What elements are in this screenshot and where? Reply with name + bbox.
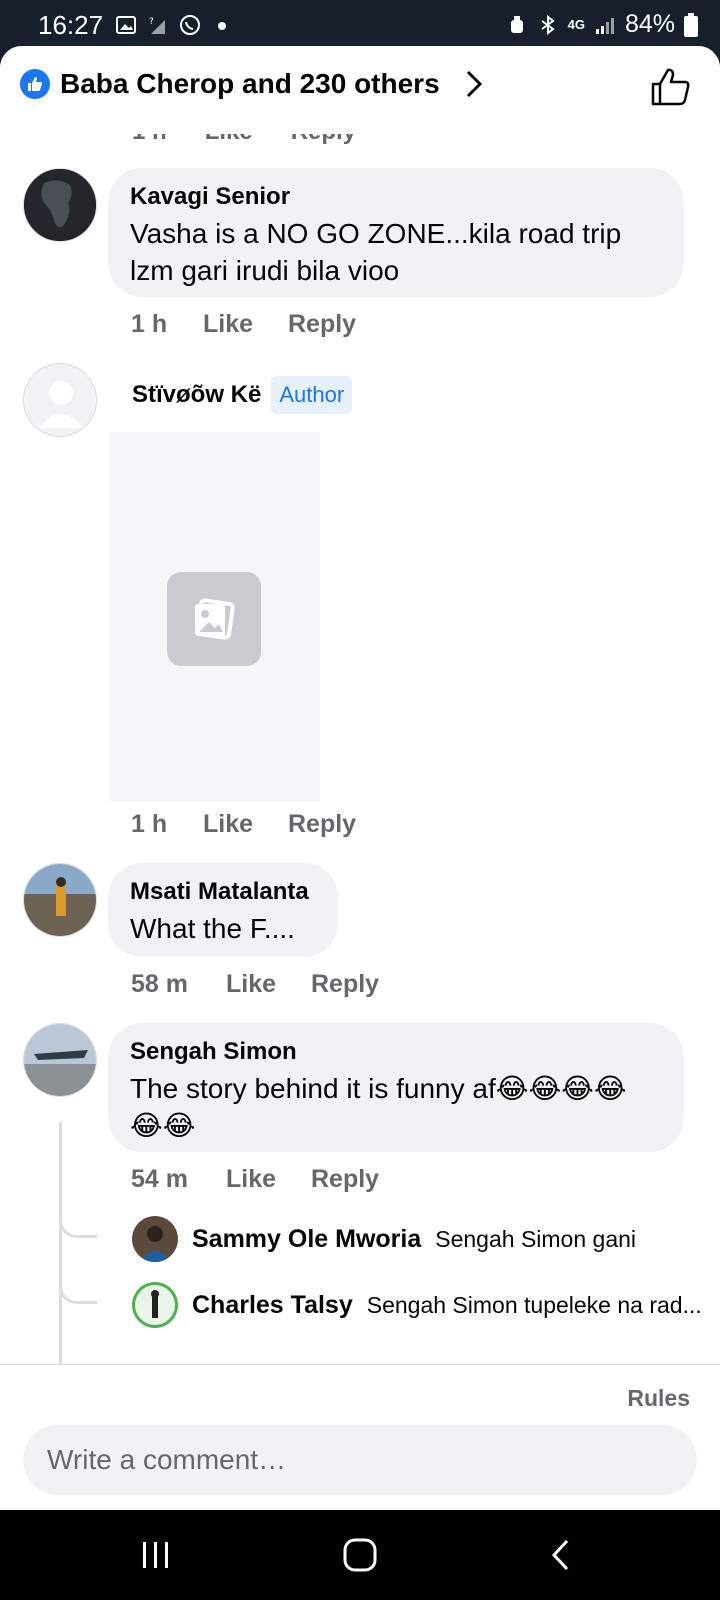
whatsapp-icon bbox=[180, 15, 200, 35]
thread-connector bbox=[59, 1268, 97, 1304]
avatar-image bbox=[24, 864, 96, 936]
reactors-text[interactable]: Baba Cherop and 230 others bbox=[60, 68, 440, 100]
image-placeholder-icon bbox=[167, 572, 261, 666]
reply-item[interactable]: Charles Talsy Sengah Simon tupeleke na r… bbox=[132, 1282, 702, 1328]
reply-button[interactable]: Reply bbox=[288, 810, 356, 839]
commenter-name[interactable]: Msati Matalanta bbox=[130, 877, 316, 907]
avatar-image bbox=[24, 1024, 96, 1096]
signal-x-icon: ? bbox=[149, 17, 165, 34]
status-time: 16:27 bbox=[38, 10, 104, 40]
comment-text-line: The story behind it is funny af😂😂😂😂 bbox=[130, 1073, 627, 1104]
gallery-icon bbox=[116, 16, 136, 34]
reply-button[interactable]: Reply bbox=[288, 310, 356, 339]
avatar-image bbox=[24, 169, 96, 241]
network-type: 4G bbox=[567, 16, 585, 32]
battery-icon bbox=[684, 12, 698, 37]
author-comment-header: Stïvøõw Kë Author bbox=[132, 376, 353, 414]
home-icon bbox=[343, 1538, 377, 1572]
bluetooth-icon bbox=[541, 14, 555, 35]
svg-text:?: ? bbox=[149, 17, 154, 27]
comment-composer: Rules bbox=[0, 1364, 720, 1510]
avatar-placeholder[interactable] bbox=[23, 363, 97, 437]
cell-signal-icon bbox=[595, 17, 614, 34]
reactions-summary[interactable]: Baba Cherop and 230 others bbox=[20, 68, 484, 100]
home-button[interactable] bbox=[320, 1530, 400, 1580]
reply-text: Sengah Simon tupeleke na rad... bbox=[366, 1291, 702, 1318]
recent-apps-button[interactable] bbox=[116, 1530, 196, 1580]
reply-button[interactable]: Reply bbox=[311, 970, 379, 999]
comment-text-line: lzm gari irudi bila vioo bbox=[130, 255, 400, 286]
back-icon bbox=[551, 1539, 569, 1571]
status-bar: 16:27 ? 4G 84% bbox=[0, 0, 720, 50]
reply-text: Sengah Simon gani bbox=[435, 1225, 637, 1252]
author-badge: Author bbox=[271, 376, 353, 414]
comment-text: The story behind it is funny af😂😂😂😂 😂😂 bbox=[130, 1070, 662, 1144]
comments-feed[interactable]: 1 h Like Reply Kavagi Senior Vasha is a … bbox=[0, 46, 720, 1372]
like-button[interactable]: Like bbox=[226, 970, 311, 999]
reactions-header: Baba Cherop and 230 others bbox=[0, 46, 720, 134]
comment-time: 1 h bbox=[131, 310, 168, 338]
comment-time: 58 m bbox=[131, 970, 188, 998]
default-avatar-icon bbox=[24, 364, 96, 436]
like-button[interactable]: Like bbox=[203, 810, 288, 839]
like-button[interactable]: Like bbox=[226, 1165, 311, 1194]
battery-percent: 84% bbox=[624, 10, 675, 38]
avatar-image bbox=[132, 1282, 178, 1328]
reply-author[interactable]: Sammy Ole Mworia bbox=[192, 1225, 421, 1254]
comment-text: What the F.... bbox=[130, 913, 295, 944]
reply-author[interactable]: Charles Talsy bbox=[192, 1291, 353, 1320]
chevron-right-icon[interactable] bbox=[464, 68, 484, 100]
comment-actions: 1 h Like Reply bbox=[131, 810, 356, 839]
like-button[interactable]: Like bbox=[203, 310, 288, 339]
thumbs-up-icon bbox=[651, 68, 690, 106]
avatar-image bbox=[132, 1216, 178, 1262]
reply-item[interactable]: Sammy Ole Mworia Sengah Simon gani bbox=[132, 1216, 636, 1262]
comment-actions: 1 h Like Reply bbox=[131, 310, 356, 339]
rules-link[interactable]: Rules bbox=[627, 1385, 690, 1412]
avatar[interactable] bbox=[23, 168, 97, 242]
comment-bubble[interactable]: Kavagi Senior Vasha is a NO GO ZONE...ki… bbox=[108, 168, 684, 297]
comment-text-line: 😂😂 bbox=[130, 1110, 196, 1141]
comment-bubble[interactable]: Sengah Simon The story behind it is funn… bbox=[108, 1023, 684, 1152]
comment-actions: 58 m Like Reply bbox=[131, 970, 379, 999]
back-button[interactable] bbox=[520, 1530, 600, 1580]
avatar[interactable] bbox=[23, 863, 97, 937]
thread-line bbox=[59, 1122, 62, 1372]
system-nav-bar bbox=[0, 1510, 720, 1600]
comment-bubble[interactable]: Msati Matalanta What the F.... bbox=[108, 863, 338, 957]
comment-image[interactable] bbox=[109, 432, 320, 802]
dot-icon bbox=[218, 22, 226, 30]
comment-time: 1 h bbox=[131, 810, 168, 838]
commenter-name[interactable]: Stïvøõw Kë bbox=[132, 380, 261, 410]
comment-text-line: Vasha is a NO GO ZONE...kila road trip bbox=[130, 218, 622, 249]
comment-input[interactable] bbox=[23, 1425, 697, 1495]
thread-connector bbox=[59, 1202, 97, 1238]
avatar[interactable] bbox=[132, 1282, 178, 1328]
comment-actions: 54 m Like Reply bbox=[131, 1165, 379, 1194]
avatar[interactable] bbox=[23, 1023, 97, 1097]
comment-time: 54 m bbox=[131, 1165, 188, 1193]
like-post-button[interactable] bbox=[650, 66, 692, 113]
like-reaction-icon bbox=[20, 69, 50, 99]
comment-text: Vasha is a NO GO ZONE...kila road trip l… bbox=[130, 215, 662, 289]
comments-sheet: 1 h Like Reply Kavagi Senior Vasha is a … bbox=[0, 46, 720, 1510]
commenter-name[interactable]: Sengah Simon bbox=[130, 1037, 662, 1067]
commenter-name[interactable]: Kavagi Senior bbox=[130, 182, 662, 212]
alarm-icon bbox=[510, 15, 523, 33]
recent-apps-icon bbox=[143, 1542, 168, 1568]
reply-button[interactable]: Reply bbox=[311, 1165, 379, 1194]
avatar[interactable] bbox=[132, 1216, 178, 1262]
